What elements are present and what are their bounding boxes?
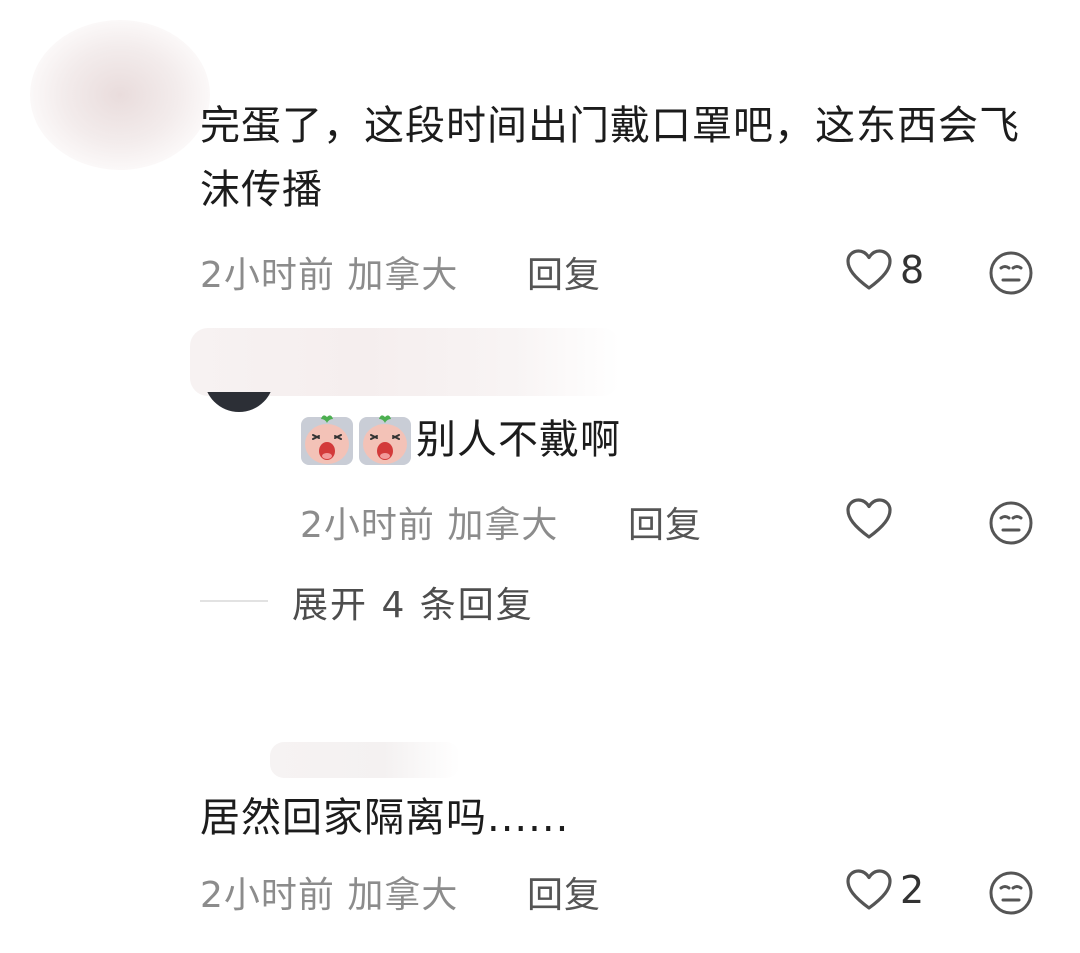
heart-icon [846, 498, 892, 539]
blurred-username-2[interactable] [190, 328, 620, 396]
heart-icon [846, 249, 892, 290]
comment-2-text: 别人不戴啊 [416, 417, 621, 463]
comment-3-text: 居然回家隔离吗...... [200, 795, 570, 841]
blurred-avatar-1[interactable] [30, 20, 210, 170]
crying-radish-emoji [359, 415, 411, 465]
heart-icon [846, 869, 892, 910]
comment-1-reply-button[interactable]: 回复 [527, 246, 601, 298]
comment-1-meta: 2小时前 加拿大 [200, 255, 459, 296]
comment-2-like-button[interactable] [846, 498, 900, 540]
expand-divider [200, 600, 268, 602]
blurred-username-3[interactable] [270, 742, 460, 778]
expand-replies-button[interactable]: 展开 4 条回复 [292, 576, 534, 628]
comment-2-meta: 2小时前 加拿大 [300, 505, 559, 546]
comment-3-like-count: 2 [900, 868, 925, 912]
comment-1-dislike-icon[interactable] [988, 250, 1034, 296]
comment-3-like-button[interactable]: 2 [846, 868, 924, 912]
comment-2-reply-button[interactable]: 回复 [628, 496, 702, 548]
comment-3-meta: 2小时前 加拿大 [200, 875, 459, 916]
comment-2-dislike-icon[interactable] [988, 500, 1034, 546]
comment-3-dislike-icon[interactable] [988, 870, 1034, 916]
comment-3-reply-button[interactable]: 回复 [527, 866, 601, 918]
comment-1-text: 完蛋了，这段时间出门戴口罩吧，这东西会飞沫传播 [200, 103, 1020, 213]
comment-2-body: 别人不戴啊 [300, 408, 621, 472]
comment-1-like-button[interactable]: 8 [846, 248, 924, 292]
comment-1-like-count: 8 [900, 248, 925, 292]
crying-radish-emoji [301, 415, 353, 465]
